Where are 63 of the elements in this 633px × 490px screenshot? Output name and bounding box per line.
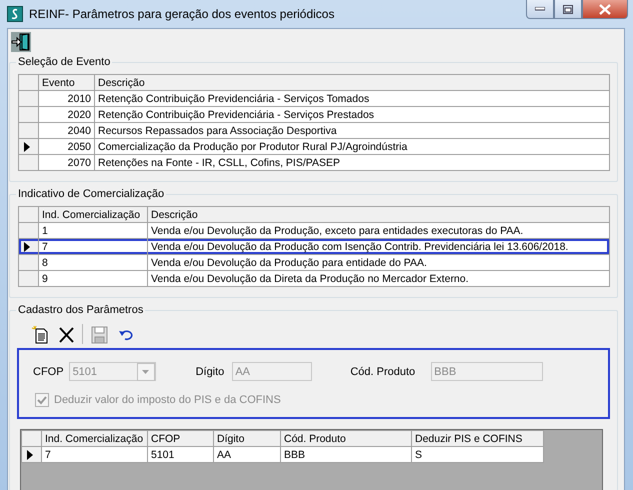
new-document-button[interactable] bbox=[30, 324, 50, 344]
maximize-button[interactable] bbox=[554, 0, 582, 19]
caret-icon bbox=[142, 370, 150, 374]
column-header[interactable]: Descrição bbox=[148, 206, 610, 222]
maximize-icon bbox=[563, 4, 573, 14]
column-header[interactable]: Cód. Produto bbox=[280, 430, 412, 446]
table-cell: 2010 bbox=[38, 90, 94, 106]
row-pointer-icon bbox=[24, 242, 30, 252]
close-icon bbox=[599, 4, 611, 14]
data-grid[interactable] bbox=[18, 74, 610, 171]
table-cell: Recursos Repassados para Associação Desportiva bbox=[94, 122, 610, 138]
table-cell: Retenção Contribuição Previdenciária - Serviços Tomados bbox=[94, 90, 610, 106]
table-cell: Venda e/ou Devolução da Produção para entidade do PAA. bbox=[148, 254, 610, 270]
table-cell: 1 bbox=[38, 222, 148, 238]
new-document-icon bbox=[30, 324, 50, 344]
minimize-icon bbox=[535, 7, 545, 11]
row-pointer-icon bbox=[24, 142, 30, 152]
save-icon bbox=[90, 324, 108, 344]
group-title: Seleção de Evento bbox=[17, 56, 112, 68]
row-indicator[interactable] bbox=[18, 238, 38, 254]
column-header[interactable]: Ind. Comercialização bbox=[38, 206, 148, 222]
table-cell: 2050 bbox=[38, 138, 94, 154]
table-cell: AA bbox=[214, 446, 280, 462]
field-label: Cód. Produto bbox=[350, 366, 416, 378]
column-header[interactable]: CFOP bbox=[148, 430, 214, 446]
row-indicator[interactable] bbox=[22, 446, 42, 462]
table-cell: 8 bbox=[38, 254, 148, 270]
exit-button[interactable] bbox=[11, 32, 31, 52]
row-indicator[interactable] bbox=[18, 138, 38, 154]
table-cell: 9 bbox=[38, 270, 148, 286]
table-cell: Venda e/ou Devolução da Produção, exceto para entidades executoras do PAA. bbox=[148, 222, 610, 238]
table-cell: 2020 bbox=[38, 106, 94, 122]
column-header[interactable]: Ind. Comercialização bbox=[42, 430, 148, 446]
table-cell: Venda e/ou Devolução da Direta da Produção no Mercador Externo. bbox=[148, 270, 610, 286]
table-cell: 5101 bbox=[148, 446, 214, 462]
checkbox-label: Deduzir valor do imposto do PIS e da COFINS bbox=[54, 394, 281, 406]
table-cell: S bbox=[412, 446, 544, 462]
header-cell bbox=[18, 74, 38, 90]
window-title: REINF- Parâmetros para geração dos eventos periódicos bbox=[29, 7, 336, 21]
table-cell: Retenção Contribuição Previdenciária - Serviços Prestados bbox=[94, 106, 610, 122]
table-cell: Comercialização da Produção por Produtor Rural PJ/Agroindústria bbox=[94, 138, 610, 154]
table-cell: Retenções na Fonte - IR, CSLL, Cofins, PIS/PASEP bbox=[94, 154, 610, 170]
table-cell: Venda e/ou Devolução da Produção com Isenção Contrib. Previdenciária lei 13.606/2018. bbox=[148, 238, 610, 254]
data-grid[interactable] bbox=[18, 206, 610, 287]
field-label: Dígito bbox=[196, 366, 224, 378]
app-icon bbox=[7, 6, 23, 22]
column-header[interactable]: Deduzir PIS e COFINS bbox=[412, 430, 544, 446]
column-header[interactable]: Descrição bbox=[94, 74, 610, 90]
row-pointer-icon bbox=[27, 450, 33, 460]
delete-icon bbox=[56, 324, 76, 344]
column-header[interactable]: Dígito bbox=[214, 430, 280, 446]
table-cell: 2040 bbox=[38, 122, 94, 138]
table-cell: 2070 bbox=[38, 154, 94, 170]
table-cell: 7 bbox=[38, 238, 148, 254]
close-button[interactable] bbox=[582, 0, 628, 19]
field-label: CFOP bbox=[33, 366, 64, 378]
group-title: Cadastro dos Parâmetros bbox=[17, 304, 144, 316]
table-cell: 7 bbox=[42, 446, 148, 462]
minimize-button[interactable] bbox=[526, 0, 554, 19]
column-header[interactable]: Evento bbox=[38, 74, 94, 90]
table-cell: BBB bbox=[280, 446, 412, 462]
group-title: Indicativo de Comercialização bbox=[17, 188, 166, 200]
header-cell bbox=[18, 206, 38, 222]
